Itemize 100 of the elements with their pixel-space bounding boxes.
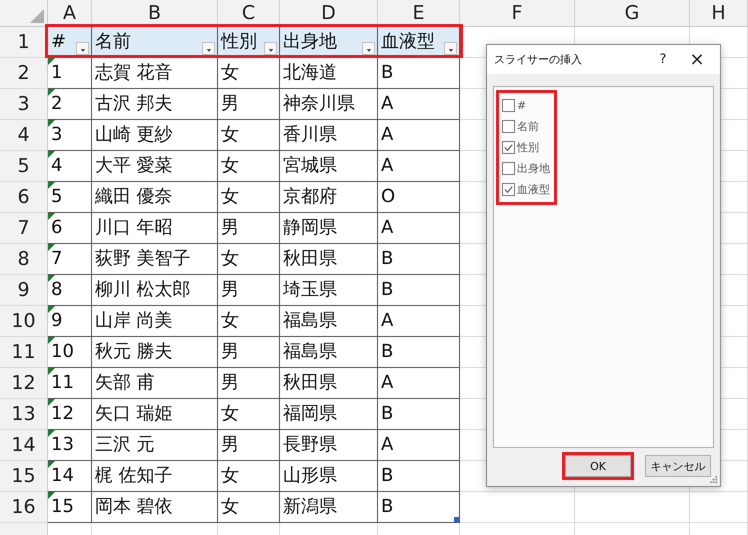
ok-button[interactable]: OK [565, 455, 631, 477]
table-cell[interactable]: 12 [48, 399, 92, 430]
row-header[interactable]: 1 [0, 27, 48, 58]
table-cell[interactable]: 10 [48, 337, 92, 368]
table-cell[interactable]: 6 [48, 213, 92, 244]
row-header[interactable]: 6 [0, 182, 48, 213]
table-cell[interactable]: 女 [218, 151, 280, 182]
table-header-cell[interactable]: 血液型 [378, 27, 460, 58]
table-cell[interactable]: 古沢 邦夫 [92, 89, 218, 120]
close-button[interactable]: × [680, 49, 714, 70]
table-cell[interactable]: 福岡県 [280, 399, 378, 430]
filter-dropdown-button[interactable] [202, 42, 215, 55]
column-header[interactable]: G [575, 0, 690, 27]
table-cell[interactable]: 男 [218, 275, 280, 306]
table-cell[interactable]: 2 [48, 89, 92, 120]
table-cell[interactable]: 梶 佐知子 [92, 461, 218, 492]
table-cell[interactable]: A [378, 151, 460, 182]
table-cell[interactable]: 福島県 [280, 306, 378, 337]
table-header-cell[interactable]: 名前 [92, 27, 218, 58]
checkbox[interactable] [502, 162, 515, 175]
table-cell[interactable]: 女 [218, 120, 280, 151]
table-cell[interactable]: 新潟県 [280, 492, 378, 523]
checkbox-label[interactable]: 血液型 [517, 182, 550, 197]
row-header[interactable]: 12 [0, 368, 48, 399]
row-header[interactable]: 14 [0, 430, 48, 461]
table-cell[interactable]: 3 [48, 120, 92, 151]
table-cell[interactable]: 女 [218, 399, 280, 430]
table-cell[interactable]: 男 [218, 337, 280, 368]
table-cell[interactable]: 9 [48, 306, 92, 337]
table-cell[interactable]: 山形県 [280, 461, 378, 492]
table-cell[interactable]: B [378, 399, 460, 430]
filter-dropdown-button[interactable] [362, 42, 375, 55]
table-cell[interactable]: 三沢 元 [92, 430, 218, 461]
table-cell[interactable]: 柳川 松太郎 [92, 275, 218, 306]
table-cell[interactable]: 15 [48, 492, 92, 523]
sheet-cell[interactable] [460, 492, 575, 523]
table-cell[interactable]: 北海道 [280, 58, 378, 89]
table-cell[interactable]: 7 [48, 244, 92, 275]
table-cell[interactable]: 男 [218, 213, 280, 244]
table-cell[interactable]: 山崎 更紗 [92, 120, 218, 151]
column-header[interactable]: F [460, 0, 575, 27]
table-cell[interactable]: 岡本 碧依 [92, 492, 218, 523]
filter-dropdown-button[interactable] [264, 42, 277, 55]
filter-dropdown-button[interactable] [76, 42, 89, 55]
row-header[interactable]: 8 [0, 244, 48, 275]
table-cell[interactable]: 女 [218, 58, 280, 89]
row-header[interactable]: 7 [0, 213, 48, 244]
checkbox-label[interactable]: 出身地 [517, 161, 550, 176]
table-cell[interactable]: A [378, 306, 460, 337]
table-cell[interactable]: 秋元 勝夫 [92, 337, 218, 368]
table-cell[interactable]: 織田 優奈 [92, 182, 218, 213]
table-cell[interactable]: A [378, 120, 460, 151]
triangle-icon[interactable] [30, 9, 44, 23]
table-cell[interactable]: 矢口 瑞姫 [92, 399, 218, 430]
table-cell[interactable]: 男 [218, 368, 280, 399]
table-cell[interactable]: 宮城県 [280, 151, 378, 182]
checkbox-label[interactable]: 性別 [517, 140, 539, 155]
row-header[interactable]: 16 [0, 492, 48, 523]
checkbox[interactable] [502, 120, 515, 133]
table-header-cell[interactable]: # [48, 27, 92, 58]
checkbox-label[interactable]: # [517, 99, 526, 112]
row-header[interactable]: 10 [0, 306, 48, 337]
table-cell[interactable]: 山岸 尚美 [92, 306, 218, 337]
corner-header[interactable] [0, 0, 48, 27]
resize-grip-icon[interactable] [710, 476, 718, 484]
row-header[interactable]: 11 [0, 337, 48, 368]
table-cell[interactable]: 秋田県 [280, 368, 378, 399]
table-cell[interactable]: 静岡県 [280, 213, 378, 244]
table-cell[interactable]: 13 [48, 430, 92, 461]
table-cell[interactable]: 女 [218, 492, 280, 523]
table-header-cell[interactable]: 性別 [218, 27, 280, 58]
table-cell[interactable]: 1 [48, 58, 92, 89]
table-cell[interactable]: 神奈川県 [280, 89, 378, 120]
table-cell[interactable]: 京都府 [280, 182, 378, 213]
table-cell[interactable]: B [378, 337, 460, 368]
checkbox-label[interactable]: 名前 [517, 119, 539, 134]
table-cell[interactable]: 川口 年昭 [92, 213, 218, 244]
row-header[interactable]: 15 [0, 461, 48, 492]
table-header-cell[interactable]: 出身地 [280, 27, 378, 58]
row-header[interactable]: 4 [0, 120, 48, 151]
table-cell[interactable]: B [378, 275, 460, 306]
table-cell[interactable]: 4 [48, 151, 92, 182]
row-header[interactable]: 2 [0, 58, 48, 89]
table-cell[interactable]: 福島県 [280, 337, 378, 368]
row-header[interactable]: 3 [0, 89, 48, 120]
filter-dropdown-button[interactable] [444, 42, 457, 55]
table-cell[interactable]: 女 [218, 244, 280, 275]
table-cell[interactable]: B [378, 461, 460, 492]
table-cell[interactable]: 埼玉県 [280, 275, 378, 306]
table-cell[interactable]: 女 [218, 182, 280, 213]
table-cell[interactable]: 11 [48, 368, 92, 399]
row-header[interactable]: 5 [0, 151, 48, 182]
row-header[interactable]: 13 [0, 399, 48, 430]
table-cell[interactable]: B [378, 58, 460, 89]
table-cell[interactable]: 矢部 甫 [92, 368, 218, 399]
help-button[interactable]: ? [646, 52, 680, 67]
table-cell[interactable]: A [378, 89, 460, 120]
sheet-cell[interactable] [690, 492, 748, 523]
table-cell[interactable]: A [378, 430, 460, 461]
cancel-button[interactable]: キャンセル [645, 455, 711, 477]
